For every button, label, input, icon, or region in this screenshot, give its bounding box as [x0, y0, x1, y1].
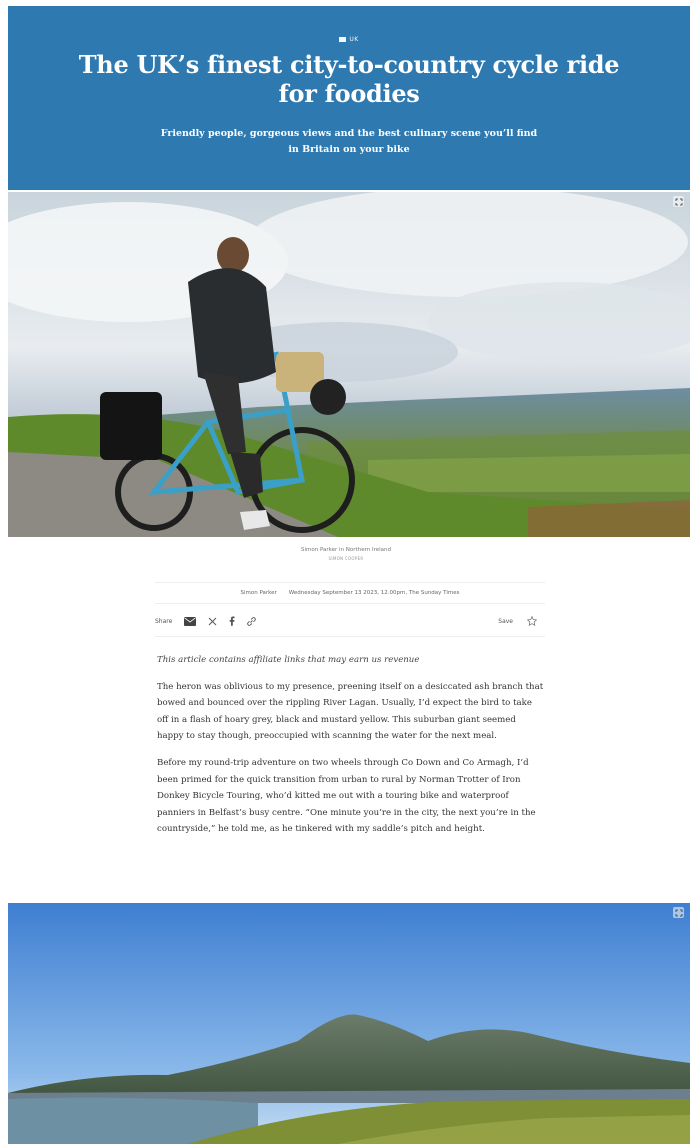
facebook-icon[interactable] [229, 616, 235, 626]
section-tag[interactable]: UK [8, 36, 690, 43]
share-bar: Share Save [155, 606, 545, 637]
article-body: This article contains affiliate links th… [157, 652, 545, 848]
publish-date: Wednesday September 13 2023, 12.00pm, Th… [288, 590, 460, 596]
expand-icon [675, 198, 682, 205]
star-icon[interactable] [527, 616, 537, 626]
affiliate-notice: This article contains affiliate links th… [157, 655, 420, 665]
photo-credit: SIMON COOPER [328, 556, 364, 561]
save-control[interactable]: Save [498, 616, 537, 626]
hero-photo[interactable] [8, 192, 690, 537]
expand-image-button[interactable] [673, 907, 684, 918]
caption-text: Simon Parker in Northern Ireland [300, 547, 391, 553]
article-page: UK The UK’s finest city-to-country cycle… [0, 0, 692, 1144]
headline: The UK’s finest city-to-country cycle ri… [78, 50, 620, 108]
flag-icon [339, 37, 347, 42]
standfirst: Friendly people, gorgeous views and the … [160, 128, 538, 155]
email-icon[interactable] [184, 616, 197, 626]
photo-caption: Simon Parker in Northern Ireland SIMON C… [0, 547, 692, 561]
cyclist-photo-illustration [8, 192, 690, 537]
author-name[interactable]: Simon Parker [240, 590, 276, 596]
x-icon[interactable] [208, 617, 217, 626]
share-label: Share [155, 617, 173, 625]
link-icon[interactable] [247, 616, 257, 626]
article-paragraph: Before my round-trip adventure on two wh… [157, 757, 536, 835]
save-label[interactable]: Save [498, 618, 513, 625]
landscape-photo[interactable] [8, 903, 690, 1144]
expand-icon [675, 909, 682, 916]
hero-banner: UK The UK’s finest city-to-country cycle… [8, 6, 690, 190]
byline: Simon Parker Wednesday September 13 2023… [155, 582, 545, 604]
mountain-photo-illustration [8, 903, 690, 1144]
expand-image-button[interactable] [673, 196, 684, 207]
section-tag-label: UK [349, 36, 359, 43]
article-paragraph: The heron was oblivious to my presence, … [157, 681, 544, 742]
